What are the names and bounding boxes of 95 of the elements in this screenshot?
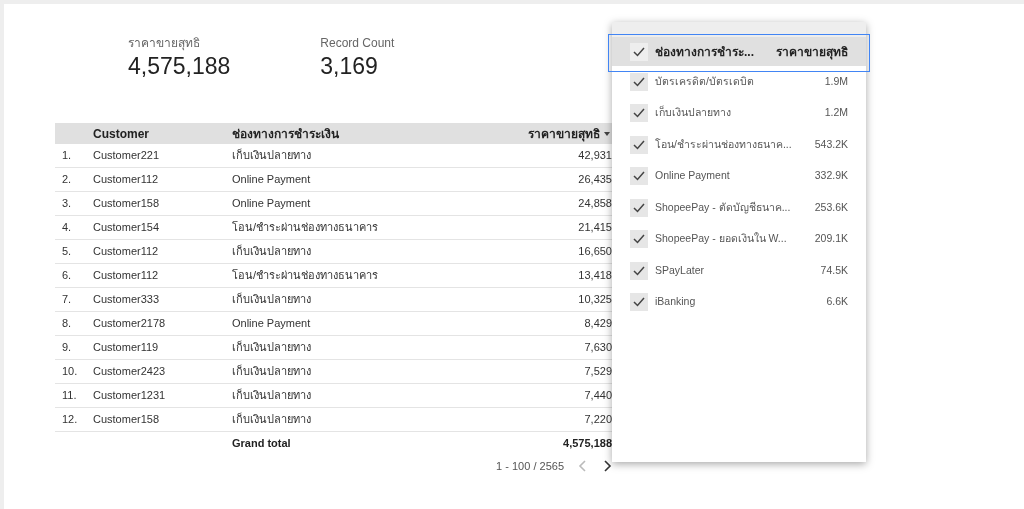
filter-option[interactable]: เก็บเงินปลายทาง 1.2M: [612, 97, 866, 129]
filter-option[interactable]: บัตรเครดิต/บัตรเดบิต 1.9M: [612, 66, 866, 98]
table-cell-text: Customer112: [93, 244, 160, 260]
table-cell-text: Customer112: [93, 268, 160, 284]
option-label: Online Payment: [655, 168, 731, 184]
option-value: 74.5K: [820, 262, 848, 278]
table-cell-text: Online Payment: [232, 172, 312, 188]
option-value: 6.6K: [826, 294, 848, 310]
row-number: 6.: [61, 268, 73, 284]
table-cell-text: Customer2178: [93, 316, 167, 332]
option-value: 253.6K: [814, 199, 848, 215]
table-cell-text: Customer112: [93, 172, 160, 188]
filter-option[interactable]: ShopeePay - ยอดเงินใน W... 209.1K: [612, 223, 866, 255]
column-header[interactable]: ช่องทางการชำระเงิน: [232, 124, 462, 143]
checkbox[interactable]: [630, 198, 648, 217]
checkbox[interactable]: [630, 104, 648, 123]
row-number: 5.: [61, 244, 73, 260]
checkbox[interactable]: [630, 72, 648, 91]
table-cell-text: Customer119: [93, 340, 160, 356]
table-cell-text: Customer158: [93, 412, 161, 428]
row-number: 8.: [61, 316, 73, 332]
option-label: เก็บเงินปลายทาง: [655, 105, 732, 121]
table-cell-text: 8,429: [583, 316, 612, 332]
grand-total-label: Grand total: [232, 435, 292, 451]
table-cell-text: Customer333: [93, 292, 161, 308]
row-number: 2.: [61, 172, 73, 188]
table-cell-text: Online Payment: [232, 196, 312, 212]
pagination-text: 1 - 100 / 2565: [496, 459, 564, 474]
column-header[interactable]: ราคาขายสุทธิ: [528, 124, 600, 143]
row-number: 9.: [61, 340, 73, 356]
row-number: 1.: [61, 148, 73, 164]
table-cell-text: Customer154: [93, 220, 161, 236]
option-value: 332.9K: [814, 168, 848, 184]
table-cell-text: 7,630: [583, 340, 612, 356]
filter-option[interactable]: SPayLater 74.5K: [612, 255, 866, 287]
option-label: ShopeePay - ยอดเงินใน W...: [655, 231, 788, 247]
option-value: 1.9M: [824, 73, 848, 89]
table-cell-text: Customer158: [93, 196, 161, 212]
option-label: บัตรเครดิต/บัตรเดบิต: [655, 73, 755, 89]
next-page-icon[interactable]: [602, 459, 612, 474]
sort-icon[interactable]: [604, 131, 610, 136]
checkbox[interactable]: [630, 167, 648, 186]
checkbox[interactable]: [630, 261, 648, 280]
option-label: โอน/ชำระผ่านช่องทางธนาค...: [655, 136, 793, 152]
table-cell-text: Customer221: [93, 148, 161, 164]
table-cell-text: เก็บเงินปลายทาง: [232, 387, 312, 404]
table-cell-text: 24,858: [577, 196, 612, 212]
row-number: 11.: [61, 388, 78, 404]
row-number: 12.: [61, 412, 79, 428]
option-label: ShopeePay - ตัดบัญชีธนาค...: [655, 199, 792, 216]
table-cell-text: โอน/ชำระผ่านช่องทางธนาคาร: [232, 220, 380, 236]
filter-option[interactable]: Online Payment 332.9K: [612, 160, 866, 192]
table-cell-text: เก็บเงินปลายทาง: [232, 147, 312, 164]
filter-option[interactable]: โอน/ชำระผ่านช่องทางธนาค... 543.2K: [612, 129, 866, 161]
table-cell-text: 7,529: [583, 364, 612, 380]
row-number: 3.: [61, 196, 73, 212]
checkbox[interactable]: [630, 293, 648, 312]
table-cell-text: 10,325: [577, 292, 612, 308]
table-cell-text: 7,440: [583, 388, 612, 404]
table-cell-text: Online Payment: [232, 316, 312, 332]
table-cell-text: เก็บเงินปลายทาง: [232, 339, 312, 356]
option-label: SPayLater: [655, 262, 706, 278]
table-cell-text: 7,220: [583, 412, 612, 428]
table-cell-text: Customer2423: [93, 364, 167, 380]
checkbox[interactable]: [630, 42, 648, 61]
grand-total-value: 4,575,188: [562, 435, 612, 451]
column-header[interactable]: ช่องทางการชำระ...: [655, 42, 765, 61]
checkbox[interactable]: [630, 230, 648, 249]
option-value: 209.1K: [814, 231, 848, 247]
filter-option[interactable]: ShopeePay - ตัดบัญชีธนาค... 253.6K: [612, 192, 866, 224]
table-cell-text: 26,435: [577, 172, 612, 188]
scorecard-label: Record Count: [320, 35, 395, 52]
table-cell-text: 16,650: [577, 244, 612, 260]
scorecard-label: ราคาขายสุทธิ: [128, 35, 201, 52]
row-number: 7.: [61, 292, 73, 308]
column-header[interactable]: Customer: [93, 124, 232, 143]
filter-option[interactable]: iBanking 6.6K: [612, 286, 866, 318]
scorecard-value: 3,169: [320, 52, 379, 80]
option-label: iBanking: [655, 294, 697, 310]
table-cell-text: 21,415: [577, 220, 612, 236]
table-cell-text: เก็บเงินปลายทาง: [232, 363, 312, 380]
scorecard-value: 4,575,188: [128, 52, 231, 80]
table-cell-text: เก็บเงินปลายทาง: [232, 291, 312, 308]
option-value: 1.2M: [824, 105, 848, 121]
table-cell-text: เก็บเงินปลายทาง: [232, 243, 312, 260]
checkbox[interactable]: [630, 135, 648, 154]
option-value: 543.2K: [814, 136, 848, 152]
table-cell-text: 42,931: [577, 148, 612, 164]
table-cell-text: 13,418: [577, 268, 612, 284]
table-cell-text: Customer1231: [93, 388, 167, 404]
table-cell-text: โอน/ชำระผ่านช่องทางธนาคาร: [232, 268, 380, 284]
row-number: 4.: [61, 220, 73, 236]
table-cell-text: เก็บเงินปลายทาง: [232, 411, 312, 428]
row-number: 10.: [61, 364, 79, 380]
column-header[interactable]: ราคาขายสุทธิ: [765, 42, 848, 61]
